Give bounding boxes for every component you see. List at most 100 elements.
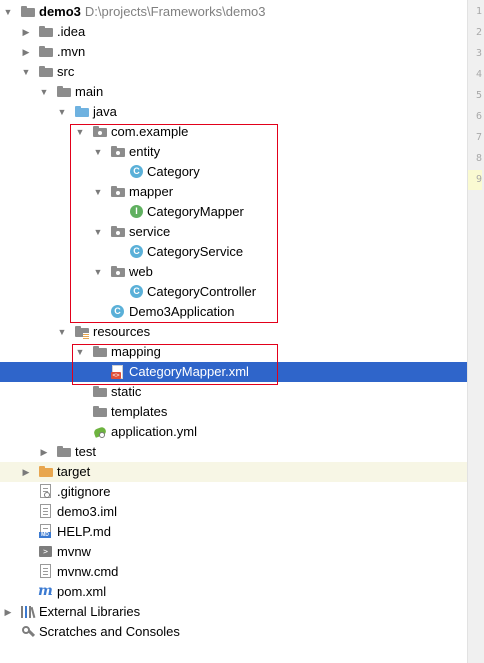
folder-icon	[39, 45, 53, 59]
chevron-down-icon[interactable]: ▼	[93, 222, 103, 242]
iml-file-icon	[40, 504, 51, 518]
tree-label-templates: templates	[111, 404, 168, 419]
tree-row-test[interactable]: ▶ test	[0, 442, 467, 462]
tree-row-help-md[interactable]: MD HELP.md	[0, 522, 467, 542]
tree-row-demo3-iml[interactable]: demo3.iml	[0, 502, 467, 522]
tree-label-help-md: HELP.md	[57, 524, 111, 539]
shell-script-icon: >	[39, 545, 53, 559]
resources-folder-icon	[75, 325, 89, 339]
tree-label-scratches: Scratches and Consoles	[39, 624, 180, 639]
package-icon	[111, 185, 125, 199]
tree-label-application-yml: application.yml	[111, 424, 197, 439]
tree-row-templates[interactable]: templates	[0, 402, 467, 422]
line-number: 5	[475, 90, 482, 101]
tree-row-pom-xml[interactable]: m pom.xml	[0, 582, 467, 602]
tree-row-demo3-application[interactable]: C Demo3Application	[0, 302, 467, 322]
tree-label-mapping: mapping	[111, 344, 161, 359]
xml-file-icon: <>	[111, 365, 125, 379]
tree-row-src[interactable]: ▼ src	[0, 62, 467, 82]
tree-row-demo3[interactable]: ▼ demo3 D:\projects\Frameworks\demo3	[0, 2, 467, 22]
chevron-right-icon[interactable]: ▶	[3, 602, 13, 622]
tree-row-web[interactable]: ▼ web	[0, 262, 467, 282]
tree-row-entity[interactable]: ▼ entity	[0, 142, 467, 162]
tree-label-target: target	[57, 464, 91, 479]
tree-label-java: java	[93, 104, 117, 119]
tree-label-service: service	[129, 224, 171, 239]
package-icon	[111, 265, 125, 279]
tree-row-service[interactable]: ▼ service	[0, 222, 467, 242]
line-number: 6	[475, 111, 482, 122]
folder-icon	[39, 65, 53, 79]
spring-boot-class-icon: C	[111, 305, 124, 318]
folder-icon	[93, 345, 107, 359]
libraries-icon	[21, 605, 36, 619]
chevron-right-icon[interactable]: ▶	[21, 42, 31, 62]
excluded-folder-icon	[39, 465, 53, 479]
chevron-down-icon[interactable]: ▼	[21, 62, 31, 82]
tree-label-mapper: mapper	[129, 184, 174, 199]
tree-row-category-mapper-xml[interactable]: <> CategoryMapper.xml	[0, 362, 467, 382]
tree-label-gitignore: .gitignore	[57, 484, 111, 499]
tree-row-mapper[interactable]: ▼ mapper	[0, 182, 467, 202]
tree-row-category-service[interactable]: C CategoryService	[0, 242, 467, 262]
tree-row-main[interactable]: ▼ main	[0, 82, 467, 102]
tree-label-category-service: CategoryService	[147, 244, 244, 259]
chevron-right-icon[interactable]: ▶	[39, 442, 49, 462]
folder-icon	[57, 85, 71, 99]
tree-row-application-yml[interactable]: application.yml	[0, 422, 467, 442]
package-icon	[111, 225, 125, 239]
tree-row-mvn[interactable]: ▶ .mvn	[0, 42, 467, 62]
tree-label-src: src	[57, 64, 75, 79]
root-path: D:\projects\Frameworks\demo3	[84, 4, 266, 19]
tree-label-resources: resources	[93, 324, 151, 339]
chevron-down-icon[interactable]: ▼	[93, 262, 103, 282]
tree-label-mvnw: mvnw	[57, 544, 91, 559]
tree-row-static[interactable]: static	[0, 382, 467, 402]
chevron-down-icon[interactable]: ▼	[57, 102, 67, 122]
tree-label-demo3-application: Demo3Application	[129, 304, 235, 319]
tree-row-mvnw[interactable]: > mvnw	[0, 542, 467, 562]
line-number: 3	[475, 48, 482, 59]
line-number-current: 9	[468, 170, 482, 190]
module-folder-icon	[21, 5, 35, 19]
chevron-down-icon[interactable]: ▼	[93, 142, 103, 162]
line-number: 4	[475, 69, 482, 80]
tree-label-demo3-iml: demo3.iml	[57, 504, 117, 519]
line-number: 1	[475, 6, 482, 17]
chevron-down-icon[interactable]: ▼	[93, 182, 103, 202]
tree-row-category-mapper[interactable]: I CategoryMapper	[0, 202, 467, 222]
chevron-down-icon[interactable]: ▼	[39, 82, 49, 102]
tree-label-external-libraries: External Libraries	[39, 604, 141, 619]
tree-row-resources[interactable]: ▼ resources	[0, 322, 467, 342]
tree-row-scratches[interactable]: Scratches and Consoles	[0, 622, 467, 642]
tree-row-mvnw-cmd[interactable]: mvnw.cmd	[0, 562, 467, 582]
chevron-down-icon[interactable]: ▼	[75, 342, 85, 362]
chevron-right-icon[interactable]: ▶	[21, 462, 31, 482]
tree-row-category-controller[interactable]: C CategoryController	[0, 282, 467, 302]
chevron-down-icon[interactable]: ▼	[3, 2, 13, 22]
package-icon	[93, 125, 107, 139]
interface-icon: I	[130, 205, 143, 218]
tree-label-category-mapper-xml: CategoryMapper.xml	[129, 364, 249, 379]
chevron-down-icon[interactable]: ▼	[75, 122, 85, 142]
chevron-right-icon[interactable]: ▶	[21, 22, 31, 42]
tree-label-entity: entity	[129, 144, 161, 159]
folder-icon	[93, 385, 107, 399]
tree-label-category-mapper: CategoryMapper	[147, 204, 244, 219]
chevron-down-icon[interactable]: ▼	[57, 322, 67, 342]
tree-label-test: test	[75, 444, 96, 459]
tree-row-com-example[interactable]: ▼ com.example	[0, 122, 467, 142]
tree-row-category[interactable]: C Category	[0, 162, 467, 182]
tree-row-mapping[interactable]: ▼ mapping	[0, 342, 467, 362]
tree-row-java[interactable]: ▼ java	[0, 102, 467, 122]
tree-row-idea[interactable]: ▶ .idea	[0, 22, 467, 42]
tree-label-root: demo3	[39, 4, 81, 19]
tree-label-web: web	[129, 264, 153, 279]
tree-row-gitignore[interactable]: .gitignore	[0, 482, 467, 502]
tree-row-target[interactable]: ▶ target	[0, 462, 467, 482]
tree-label-pom-xml: pom.xml	[57, 584, 107, 599]
tree-row-external-libraries[interactable]: ▶ External Libraries	[0, 602, 467, 622]
source-folder-icon	[75, 105, 89, 119]
line-number: 8	[475, 153, 482, 164]
tree-label-idea: .idea	[57, 24, 86, 39]
